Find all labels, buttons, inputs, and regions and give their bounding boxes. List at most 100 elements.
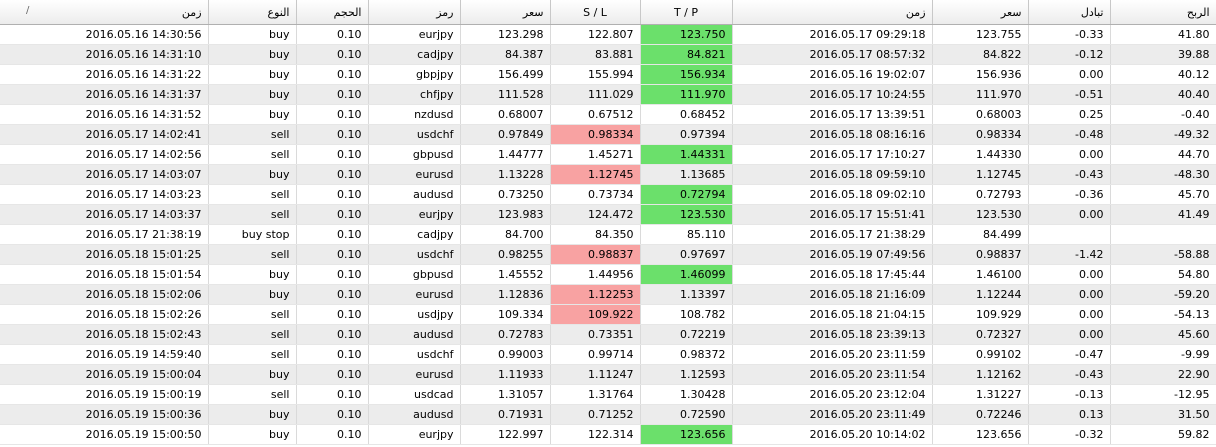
cell-profit: 41.80 [1110,24,1216,45]
cell-symbol: chfjpy [368,84,461,105]
cell-profit: -58.88 [1110,244,1216,265]
table-row[interactable]: 2016.05.16 14:31:52 buy 0.10 nzdusd 0.68007 0… [0,104,1216,125]
cell-volume: 0.10 [296,244,369,265]
cell-close-time: 2016.05.17 09:29:18 [732,24,933,45]
header-open-time[interactable]: / زمن [0,0,209,25]
table-row[interactable]: 2016.05.16 14:31:37 buy 0.10 chfjpy 111.528 1… [0,84,1216,105]
header-sl[interactable]: S / L [550,0,641,25]
table-row[interactable]: 2016.05.19 15:00:36 buy 0.10 audusd 0.71931 0… [0,404,1216,425]
table-row[interactable]: 2016.05.18 15:01:25 sell 0.10 usdchf 0.98255… [0,244,1216,265]
cell-open-price: 0.98255 [460,244,551,265]
cell-close-price: 123.656 [932,424,1029,445]
cell-volume: 0.10 [296,44,369,65]
cell-profit: -0.40 [1110,104,1216,125]
cell-swap: -0.12 [1028,44,1111,65]
cell-tp: 1.13685 [640,164,733,185]
table-row[interactable]: 2016.05.16 14:31:22 buy 0.10 gbpjpy 156.499 1… [0,64,1216,85]
cell-tp: 156.934 [640,64,733,85]
cell-volume: 0.10 [296,104,369,125]
cell-close-time: 2016.05.20 23:11:59 [732,344,933,365]
cell-type: buy [208,24,297,45]
table-row[interactable]: 2016.05.18 15:01:54 buy 0.10 gbpusd 1.45552 1… [0,264,1216,285]
table-row[interactable]: 2016.05.18 15:02:06 buy 0.10 eurusd 1.12836 1… [0,284,1216,305]
cell-profit: -49.32 [1110,124,1216,145]
header-symbol[interactable]: رمز [368,0,461,25]
cell-symbol: gbpusd [368,264,461,285]
cell-symbol: usdchf [368,124,461,145]
cell-sl: 1.11247 [550,364,641,385]
table-row[interactable]: 2016.05.17 14:02:41 sell 0.10 usdchf 0.97849… [0,124,1216,145]
cell-type: buy [208,164,297,185]
cell-tp: 0.72590 [640,404,733,425]
cell-sl: 155.994 [550,64,641,85]
cell-open-price: 156.499 [460,64,551,85]
cell-sl: 109.922 [550,304,641,325]
cell-volume: 0.10 [296,164,369,185]
table-row[interactable]: 2016.05.17 14:03:07 buy 0.10 eurusd 1.13228 1… [0,164,1216,185]
cell-sl: 0.71252 [550,404,641,425]
table-row[interactable]: 2016.05.18 15:02:43 sell 0.10 audusd 0.72783… [0,324,1216,345]
cell-tp: 108.782 [640,304,733,325]
cell-volume: 0.10 [296,184,369,205]
cell-volume: 0.10 [296,224,369,245]
header-type[interactable]: النوع [208,0,297,25]
cell-type: buy stop [208,224,297,245]
cell-symbol: eurjpy [368,204,461,225]
cell-swap: 0.00 [1028,324,1111,345]
cell-volume: 0.10 [296,124,369,145]
header-close-time[interactable]: زمن [732,0,933,25]
cell-symbol: eurusd [368,164,461,185]
cell-open-time: 2016.05.16 14:31:52 [0,104,209,125]
cell-volume: 0.10 [296,144,369,165]
cell-type: buy [208,104,297,125]
table-row[interactable]: 2016.05.18 15:02:26 sell 0.10 usdjpy 109.334… [0,304,1216,325]
table-row[interactable]: 2016.05.19 15:00:19 sell 0.10 usdcad 1.31057… [0,384,1216,405]
cell-close-time: 2016.05.20 23:11:54 [732,364,933,385]
cell-open-time: 2016.05.16 14:31:37 [0,84,209,105]
table-row[interactable]: 2016.05.16 14:31:10 buy 0.10 cadjpy 84.387 83… [0,44,1216,65]
table-row[interactable]: 2016.05.19 15:00:50 buy 0.10 eurjpy 122.997 1… [0,424,1216,445]
cell-open-time: 2016.05.18 15:02:26 [0,304,209,325]
table-row[interactable]: 2016.05.19 15:00:04 buy 0.10 eurusd 1.11933 1… [0,364,1216,385]
header-profit[interactable]: الربح [1110,0,1216,25]
cell-swap: 0.00 [1028,264,1111,285]
cell-symbol: usdjpy [368,304,461,325]
cell-sl: 1.45271 [550,144,641,165]
cell-swap: 0.25 [1028,104,1111,125]
header-volume[interactable]: الحجم [296,0,369,25]
cell-close-price: 0.98334 [932,124,1029,145]
cell-swap: -0.13 [1028,384,1111,405]
cell-close-time: 2016.05.17 15:51:41 [732,204,933,225]
cell-type: buy [208,264,297,285]
cell-close-price: 0.72793 [932,184,1029,205]
cell-profit: 44.70 [1110,144,1216,165]
cell-tp: 84.821 [640,44,733,65]
cell-sl: 1.31764 [550,384,641,405]
cell-open-price: 1.13228 [460,164,551,185]
table-row[interactable]: 2016.05.17 14:03:23 sell 0.10 audusd 0.73250… [0,184,1216,205]
table-row[interactable]: 2016.05.16 14:30:56 buy 0.10 eurjpy 123.298 1… [0,24,1216,45]
header-close-price[interactable]: سعر [932,0,1029,25]
table-row[interactable]: 2016.05.17 14:03:37 sell 0.10 eurjpy 123.983… [0,204,1216,225]
cell-close-price: 1.12745 [932,164,1029,185]
cell-type: sell [208,124,297,145]
header-swap[interactable]: تبادل [1028,0,1111,25]
cell-open-price: 0.71931 [460,404,551,425]
cell-open-time: 2016.05.17 21:38:19 [0,224,209,245]
cell-sl: 124.472 [550,204,641,225]
table-row[interactable]: 2016.05.17 21:38:19 buy stop 0.10 cadjpy 84.… [0,224,1216,245]
header-open-price[interactable]: سعر [460,0,551,25]
cell-close-price: 0.68003 [932,104,1029,125]
header-tp[interactable]: T / P [640,0,733,25]
cell-close-price: 109.929 [932,304,1029,325]
cell-swap: -0.33 [1028,24,1111,45]
cell-swap: 0.00 [1028,144,1111,165]
cell-open-time: 2016.05.17 14:02:56 [0,144,209,165]
cell-close-time: 2016.05.16 19:02:07 [732,64,933,85]
table-row[interactable]: 2016.05.19 14:59:40 sell 0.10 usdchf 0.99003… [0,344,1216,365]
cell-profit: -9.99 [1110,344,1216,365]
cell-symbol: usdchf [368,244,461,265]
cell-volume: 0.10 [296,344,369,365]
table-row[interactable]: 2016.05.17 14:02:56 sell 0.10 gbpusd 1.44777… [0,144,1216,165]
cell-sl: 1.12253 [550,284,641,305]
